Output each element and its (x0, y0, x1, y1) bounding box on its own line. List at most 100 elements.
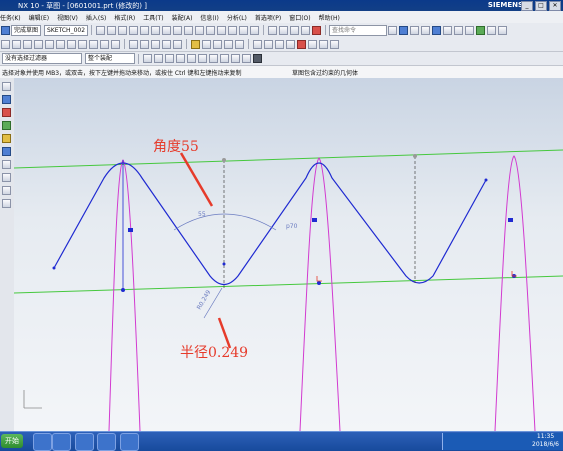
menu-analysis[interactable]: 分析(L) (227, 13, 247, 22)
start-button[interactable]: 开始 (1, 434, 23, 448)
extend-icon[interactable] (217, 25, 227, 35)
mirror-curve-icon[interactable] (173, 39, 182, 49)
offset-curve-icon[interactable] (162, 39, 171, 49)
settings-gear-icon[interactable] (2, 82, 11, 91)
menu-tools[interactable]: 工具(T) (143, 13, 163, 22)
alternate-solution-icon[interactable] (308, 39, 317, 49)
app-icon-nx[interactable] (52, 433, 71, 451)
snap-existing-point-icon[interactable] (242, 54, 251, 63)
snap-on-curve-icon[interactable] (231, 54, 240, 63)
close-button[interactable]: ✕ (549, 1, 561, 11)
sketch-name-dropdown[interactable]: SKETCH_002 (44, 24, 89, 36)
arc-icon[interactable] (107, 25, 117, 35)
point-icon[interactable] (173, 25, 183, 35)
reuse-library-icon[interactable] (2, 134, 11, 143)
profile-icon[interactable] (1, 39, 10, 49)
part-navigator-icon[interactable] (2, 121, 11, 130)
pattern-icon[interactable] (250, 25, 260, 35)
line-icon[interactable] (96, 25, 106, 35)
process-studio-icon[interactable] (2, 186, 11, 195)
snap-control-icon[interactable] (187, 54, 196, 63)
make-symmetric-icon[interactable] (264, 39, 273, 49)
linear-dimension-icon[interactable] (202, 39, 211, 49)
menu-preferences[interactable]: 首选项(P) (255, 13, 281, 22)
rectangle-icon[interactable] (129, 25, 139, 35)
menu-format[interactable]: 格式(R) (114, 13, 135, 22)
ellipse-tool-icon[interactable] (89, 39, 98, 49)
quick-extend-icon[interactable] (140, 39, 149, 49)
select-all-icon[interactable] (143, 54, 152, 63)
offset-icon[interactable] (228, 25, 238, 35)
spline-tool-icon[interactable] (78, 39, 87, 49)
relations-browser-icon[interactable] (330, 39, 339, 49)
menu-view[interactable]: 视图(V) (57, 13, 78, 22)
system-materials-icon[interactable] (2, 173, 11, 182)
zoom-icon[interactable] (410, 25, 420, 35)
constraint-navigator-icon[interactable] (2, 108, 11, 117)
geometric-constraint-icon[interactable] (253, 39, 262, 49)
shaded-icon[interactable] (432, 25, 442, 35)
perimeter-dimension-icon[interactable] (235, 39, 244, 49)
fillet-icon[interactable] (184, 25, 194, 35)
angular-dimension-icon[interactable] (224, 39, 233, 49)
web-browser-icon[interactable] (2, 147, 11, 156)
chamfer-icon[interactable] (195, 25, 205, 35)
circle-tool-icon[interactable] (34, 39, 43, 49)
ellipse-icon[interactable] (151, 25, 161, 35)
point-tool-icon[interactable] (111, 39, 120, 49)
delete-icon[interactable] (312, 25, 322, 35)
type-filter-dropdown[interactable]: 没有选择过滤器 (2, 53, 82, 64)
snap-quadrant-icon[interactable] (220, 54, 229, 63)
menu-help[interactable]: 帮助(H) (319, 13, 340, 22)
conic-tool-icon[interactable] (100, 39, 109, 49)
history-icon[interactable] (2, 160, 11, 169)
snap-midpoint-icon[interactable] (176, 54, 185, 63)
copy-icon[interactable] (290, 25, 300, 35)
snap-intersection-icon[interactable] (198, 54, 207, 63)
trim-icon[interactable] (206, 25, 216, 35)
app-icon-paint[interactable] (97, 433, 116, 451)
view-fit-icon[interactable] (399, 25, 409, 35)
graphics-window[interactable]: 55 p70 R0.249 角度55 半径0.249 (14, 78, 563, 431)
redo-icon[interactable] (279, 25, 289, 35)
app-icon-explorer[interactable] (120, 433, 139, 451)
snap-grid-icon[interactable] (253, 54, 262, 63)
polygon-icon[interactable] (140, 25, 150, 35)
conic-icon[interactable] (162, 25, 172, 35)
menu-window[interactable]: 窗口(O) (289, 13, 310, 22)
app-icon-windows[interactable] (75, 433, 94, 451)
menu-task[interactable]: 任务(K) (0, 13, 21, 22)
scope-dropdown[interactable]: 整个装配 (85, 53, 135, 64)
menu-edit[interactable]: 编辑(E) (29, 13, 49, 22)
roles-icon[interactable] (2, 199, 11, 208)
finish-sketch-icon[interactable] (1, 25, 10, 35)
rapid-dimension-icon[interactable] (191, 39, 200, 49)
layer-icon[interactable] (465, 25, 475, 35)
rectangle-tool-icon[interactable] (56, 39, 65, 49)
measure-icon[interactable] (487, 25, 497, 35)
deselect-icon[interactable] (154, 54, 163, 63)
menu-insert[interactable]: 插入(S) (86, 13, 107, 22)
mirror-icon[interactable] (239, 25, 249, 35)
arc-tool-icon[interactable] (23, 39, 32, 49)
make-corner-icon[interactable] (151, 39, 160, 49)
menu-info[interactable]: 信息(I) (200, 13, 218, 22)
snap-endpoint-icon[interactable] (165, 54, 174, 63)
auto-constrain-icon[interactable] (286, 39, 295, 49)
rotate-icon[interactable] (421, 25, 431, 35)
convert-reference-icon[interactable] (297, 39, 306, 49)
command-search-input[interactable]: 查找命令 (329, 24, 388, 36)
finish-sketch-button[interactable]: 完成草图 (11, 24, 42, 36)
line-tool-icon[interactable] (12, 39, 21, 49)
radial-dimension-icon[interactable] (213, 39, 222, 49)
maximize-button[interactable]: □ (535, 1, 547, 11)
quick-trim-icon[interactable] (129, 39, 138, 49)
sketch-drawing[interactable]: 55 p70 R0.249 (14, 78, 563, 431)
settings-icon[interactable] (498, 25, 508, 35)
section-icon[interactable] (454, 25, 464, 35)
polygon-tool-icon[interactable] (67, 39, 76, 49)
minimize-button[interactable]: _ (521, 1, 533, 11)
app-icon-sogou[interactable] (33, 433, 52, 451)
circle-icon[interactable] (118, 25, 128, 35)
paste-icon[interactable] (301, 25, 311, 35)
